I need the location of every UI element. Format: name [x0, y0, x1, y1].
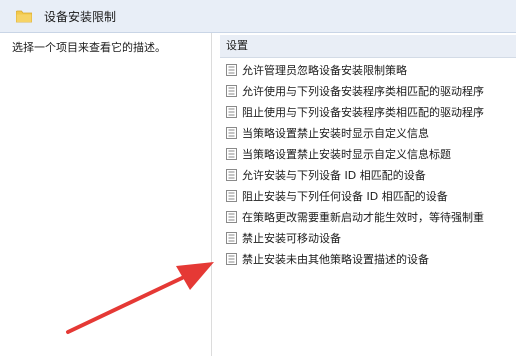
policy-setting-label: 允许安装与下列设备 ID 相匹配的设备: [242, 168, 426, 182]
policy-setting-icon: [226, 210, 237, 223]
policy-setting-icon: [226, 189, 237, 202]
policy-setting-row[interactable]: 在策略更改需要重新启动才能生效时，等待强制重: [220, 206, 484, 227]
policy-setting-label: 阻止安装与下列任何设备 ID 相匹配的设备: [242, 189, 448, 203]
policy-setting-label: 在策略更改需要重新启动才能生效时，等待强制重: [242, 210, 484, 224]
policy-setting-icon: [226, 126, 237, 139]
policy-setting-row[interactable]: 禁止安装可移动设备: [220, 227, 484, 248]
policy-setting-row[interactable]: 阻止使用与下列设备安装程序类相匹配的驱动程序: [220, 101, 484, 122]
header-title: 设备安装限制: [44, 9, 117, 24]
column-header-settings[interactable]: 设置: [220, 35, 516, 58]
policy-setting-label: 当策略设置禁止安装时显示自定义信息: [242, 126, 429, 140]
policy-setting-label: 禁止安装可移动设备: [242, 231, 341, 245]
policy-setting-icon: [226, 231, 237, 244]
policy-setting-row[interactable]: 当策略设置禁止安装时显示自定义信息: [220, 122, 484, 143]
policy-setting-row[interactable]: 当策略设置禁止安装时显示自定义信息标题: [220, 143, 484, 164]
settings-pane: 设置 允许管理员忽略设备安装限制策略允许使用与下列设备安装程序类相匹配的驱动程序…: [220, 33, 516, 356]
description-pane: 选择一个项目来查看它的描述。: [0, 33, 212, 356]
policy-setting-row[interactable]: 允许管理员忽略设备安装限制策略: [220, 59, 484, 80]
policy-setting-icon: [226, 105, 237, 118]
policy-setting-label: 允许管理员忽略设备安装限制策略: [242, 63, 407, 77]
policy-setting-row[interactable]: 阻止安装与下列任何设备 ID 相匹配的设备: [220, 185, 484, 206]
settings-list: 允许管理员忽略设备安装限制策略允许使用与下列设备安装程序类相匹配的驱动程序 阻止使…: [220, 59, 484, 269]
policy-setting-label: 禁止安装未由其他策略设置描述的设备: [242, 252, 429, 266]
folder-icon: [15, 10, 33, 23]
policy-setting-label: 当策略设置禁止安装时显示自定义信息标题: [242, 147, 451, 161]
policy-setting-row[interactable]: 禁止安装未由其他策略设置描述的设备: [220, 248, 484, 269]
header-bar: 设备安装限制: [0, 0, 516, 33]
policy-setting-row[interactable]: 允许安装与下列设备 ID 相匹配的设备: [220, 164, 484, 185]
policy-setting-icon: [226, 63, 237, 76]
policy-setting-label: 允许使用与下列设备安装程序类相匹配的驱动程序: [242, 84, 484, 98]
policy-setting-row[interactable]: 允许使用与下列设备安装程序类相匹配的驱动程序: [220, 80, 484, 101]
policy-setting-icon: [226, 147, 237, 160]
policy-setting-icon: [226, 252, 237, 265]
description-text: 选择一个项目来查看它的描述。: [12, 41, 166, 54]
policy-setting-icon: [226, 168, 237, 181]
policy-setting-icon: [226, 84, 237, 97]
policy-setting-label: 阻止使用与下列设备安装程序类相匹配的驱动程序: [242, 105, 484, 119]
